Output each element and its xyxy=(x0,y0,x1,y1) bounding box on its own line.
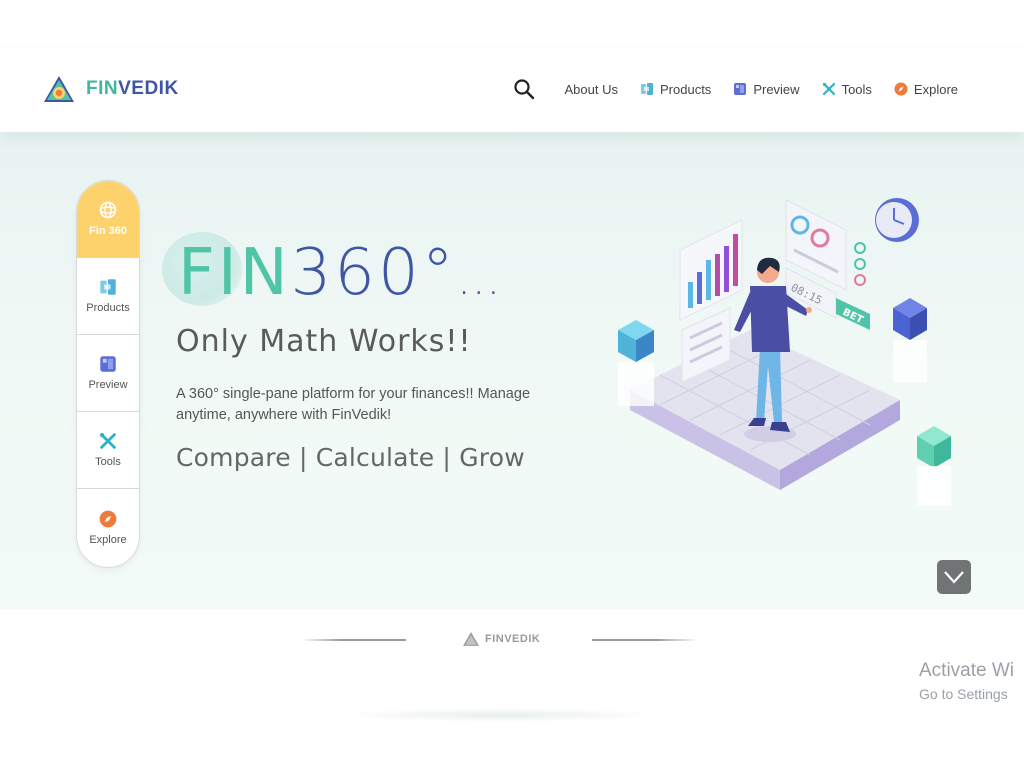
hero-illustration: 08:15 BET xyxy=(618,198,951,506)
nav-products[interactable]: Products xyxy=(640,82,711,97)
logo-icon xyxy=(44,76,74,102)
scroll-down-button[interactable] xyxy=(937,560,971,594)
hero-slogan: Compare | Calculate | Grow xyxy=(176,443,525,472)
cube-left xyxy=(618,320,654,406)
cube-right-bottom xyxy=(917,426,951,506)
bar-chart-card xyxy=(679,219,743,321)
rail-item-products-label: Products xyxy=(86,302,130,314)
footer-divider-left xyxy=(300,639,406,641)
cube-right-top xyxy=(893,298,927,382)
page: FINVEDIK About Us Products Preview Tools… xyxy=(0,0,1024,768)
hero-section: Fin 360 Products Preview Tools Explore F… xyxy=(0,132,1024,610)
watermark-subtitle: Go to Settings xyxy=(919,686,1008,702)
footer-brand-label: FINVEDIK xyxy=(485,633,541,645)
explore-icon xyxy=(99,510,117,527)
tools-icon xyxy=(100,433,116,449)
products-icon xyxy=(641,83,653,95)
nav-explore-label: Explore xyxy=(913,81,958,97)
brand-wordmark: FINVEDIK xyxy=(86,78,179,100)
footer-brand: FINVEDIK xyxy=(462,631,540,647)
preview-icon xyxy=(734,83,747,95)
nav-tools[interactable]: Tools xyxy=(822,82,872,97)
side-rail: Fin 360 Products Preview Tools Explore xyxy=(76,180,140,568)
nav-preview[interactable]: Preview xyxy=(733,81,800,97)
hero-tagline: Only Math Works!! xyxy=(176,324,472,359)
bet-tag: BET xyxy=(836,298,870,330)
brand-word-fin: FIN xyxy=(86,78,119,99)
rail-item-fin360-label: Fin 360 xyxy=(89,225,127,237)
status-dots xyxy=(854,242,866,286)
hero-headline: FIN360°… xyxy=(178,236,504,310)
brand-logo[interactable]: FINVEDIK xyxy=(42,74,179,104)
rail-item-tools-label: Tools xyxy=(95,456,121,468)
watermark-title: Activate Wi xyxy=(919,660,1015,681)
nav-preview-label: Preview xyxy=(753,81,800,97)
hero-description: A 360° single-pane platform for your fin… xyxy=(176,386,531,423)
rail-item-tools[interactable]: Tools xyxy=(77,412,139,489)
top-header: FINVEDIK About Us Products Preview Tools… xyxy=(0,48,1024,132)
bet-tag-text: BET xyxy=(841,307,865,326)
nav-products-label: Products xyxy=(660,81,712,97)
footer-divider-right xyxy=(592,639,698,641)
rail-item-fin360[interactable]: Fin 360 xyxy=(77,181,139,258)
chevron-down-icon xyxy=(944,571,964,584)
hero-headline-ellipsis: … xyxy=(456,254,504,305)
main-nav: About Us Products Preview Tools Explore xyxy=(513,78,958,100)
activation-watermark: Activate Wi Go to Settings xyxy=(919,660,1014,702)
hero-headline-fin: FIN xyxy=(178,236,291,310)
hero-headline-360: 360° xyxy=(290,236,457,310)
search-icon[interactable] xyxy=(513,78,535,100)
footer-logo-icon xyxy=(463,632,479,646)
preview-icon xyxy=(100,356,116,372)
rail-item-preview[interactable]: Preview xyxy=(77,335,139,412)
rail-item-preview-label: Preview xyxy=(88,379,128,391)
nav-tools-label: Tools xyxy=(841,81,872,97)
nav-explore[interactable]: Explore xyxy=(894,82,958,97)
rail-item-products[interactable]: Products xyxy=(77,258,139,335)
brand-word-vedik: VEDIK xyxy=(118,78,179,99)
nav-about-us[interactable]: About Us xyxy=(565,82,618,97)
nav-about-us-label: About Us xyxy=(564,81,618,97)
explore-icon xyxy=(894,82,908,96)
fin360-icon xyxy=(99,201,117,219)
wall-clock xyxy=(875,198,919,242)
products-icon xyxy=(100,279,116,295)
rail-item-explore-label: Explore xyxy=(89,533,127,546)
bottom-glow-decoration xyxy=(340,708,660,722)
tools-icon xyxy=(822,82,835,96)
rail-item-explore[interactable]: Explore xyxy=(77,489,139,566)
